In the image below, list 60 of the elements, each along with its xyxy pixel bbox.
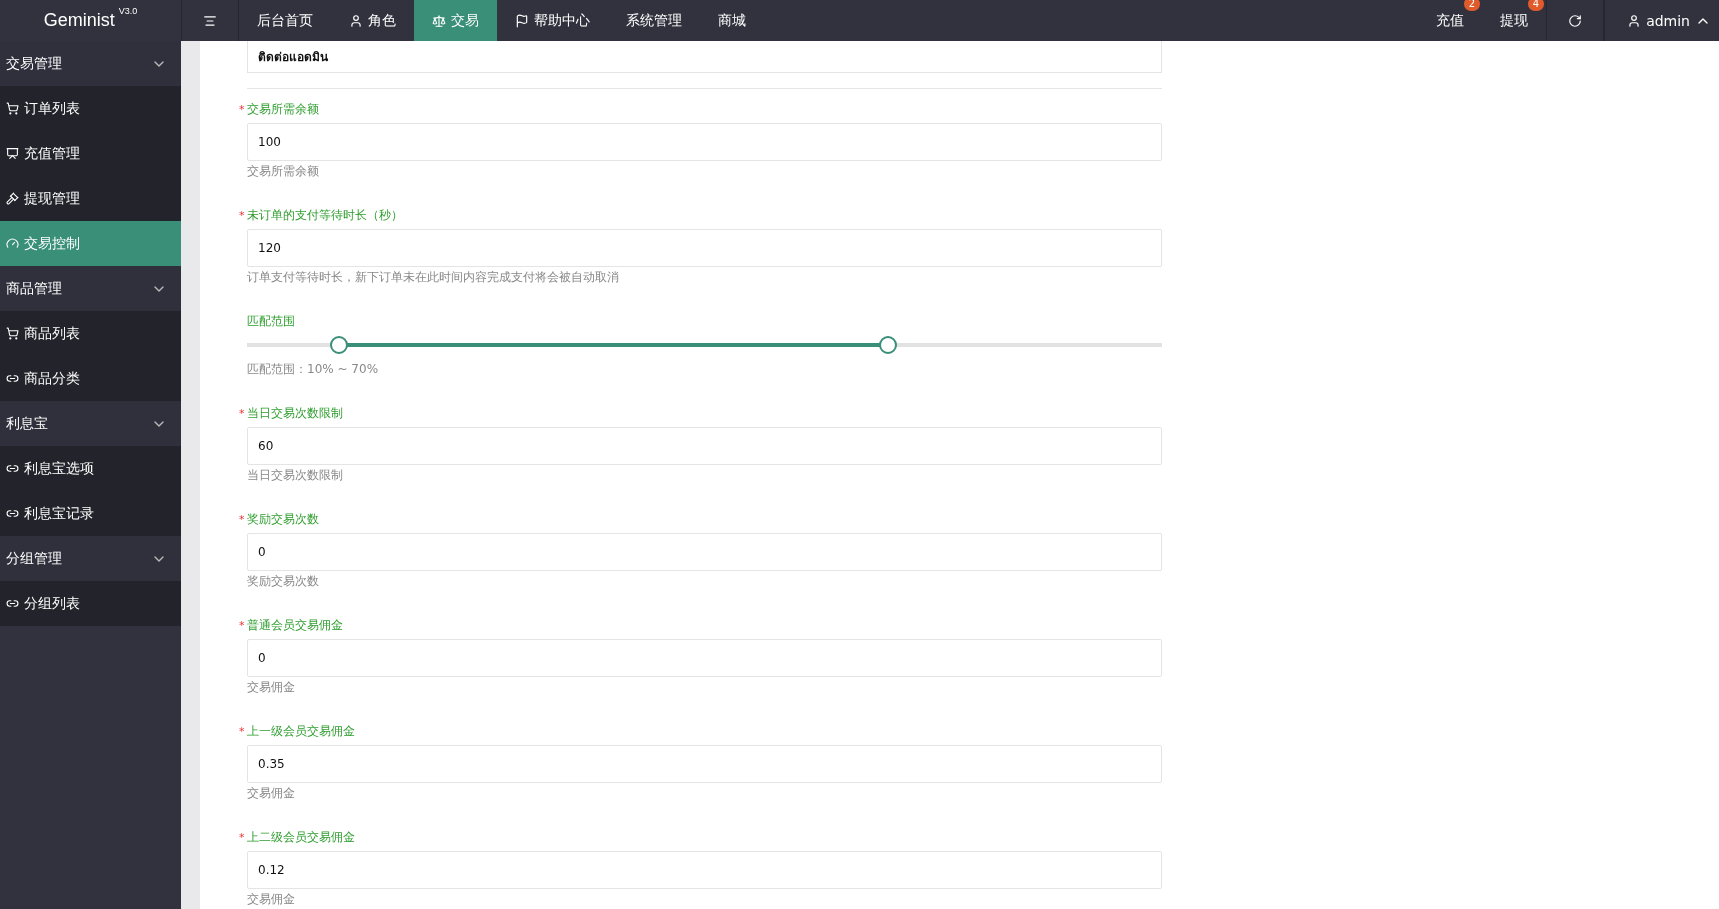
sidebar-item[interactable]: 利息宝记录 [0,491,181,536]
sidebar-item[interactable]: 商品列表 [0,311,181,356]
cart-icon [6,102,19,115]
flag-icon [515,13,529,28]
sidebar-item[interactable]: 提现管理 [0,176,181,221]
help-text: 交易佣金 [247,891,296,908]
field-label: * 奖励交易次数 [239,511,319,528]
field-label: * 未订单的支付等待时长（秒） [239,207,403,224]
sidebar-item[interactable]: 交易控制 [0,221,181,266]
nav-tab[interactable]: 后台首页 [239,0,331,41]
sidebar-item[interactable]: 充值管理 [0,131,181,176]
link-icon [6,597,19,610]
link-icon [6,462,19,475]
gauge-icon [6,237,19,250]
scale-icon [432,13,446,28]
input-field[interactable]: 60 [247,427,1162,465]
user-icon [1627,13,1642,28]
gavel-icon [6,192,19,205]
field-label: * 交易所需余额 [239,101,319,118]
input-field[interactable]: 0.35 [247,745,1162,783]
help-text: 交易佣金 [247,679,296,696]
version-label: V3.0 [118,6,138,16]
count-badge: 2 [1463,0,1481,11]
input-field[interactable]: 0 [247,639,1162,677]
link-icon [6,372,19,385]
help-text: 交易所需余额 [247,163,320,180]
logo-text: Geminist [43,10,115,31]
person-icon [349,13,363,28]
input-field[interactable]: 120 [247,229,1162,267]
sidebar-item[interactable]: 利息宝选项 [0,446,181,491]
presentation-icon [6,147,19,160]
header-link[interactable]: 充值 2 [1418,0,1483,41]
slider-handle[interactable] [329,336,348,354]
help-text: 订单支付等待时长，新下订单未在此时间内容完成支付将会被自动取消 [247,269,620,286]
header-link[interactable]: 提现 4 [1482,0,1547,41]
field-label: 匹配范围 [247,313,295,330]
input-field[interactable]: 0.12 [247,851,1162,889]
slider-handle[interactable] [878,336,897,354]
field-label: * 上二级会员交易佣金 [239,829,355,846]
nav-tab[interactable]: 角色 [331,0,414,41]
nav-tab[interactable]: 系统管理 [608,0,700,41]
sidebar-item[interactable]: 订单列表 [0,86,181,131]
help-text: 当日交易次数限制 [247,467,344,484]
nav-tab[interactable]: 帮助中心 [497,0,608,41]
sidebar-item[interactable]: 分组列表 [0,581,181,626]
sidebar-item[interactable]: 商品分类 [0,356,181,401]
count-badge: 4 [1527,0,1545,11]
help-text: 匹配范围：10% ~ 70% [247,361,380,378]
help-text: 奖励交易次数 [247,573,320,590]
nav-tab[interactable]: 交易 [414,0,497,41]
field-label: * 当日交易次数限制 [239,405,343,422]
input-field[interactable]: 0 [247,533,1162,571]
field-label: * 普通会员交易佣金 [239,617,343,634]
cart-icon [6,327,19,340]
nav-tab[interactable]: 商城 [700,0,764,41]
help-text: 交易佣金 [247,785,296,802]
input-field[interactable]: ติดต่อแอดมิน [247,41,1162,73]
input-field[interactable]: 100 [247,123,1162,161]
field-label: * 上一级会员交易佣金 [239,723,355,740]
link-icon [6,507,19,520]
